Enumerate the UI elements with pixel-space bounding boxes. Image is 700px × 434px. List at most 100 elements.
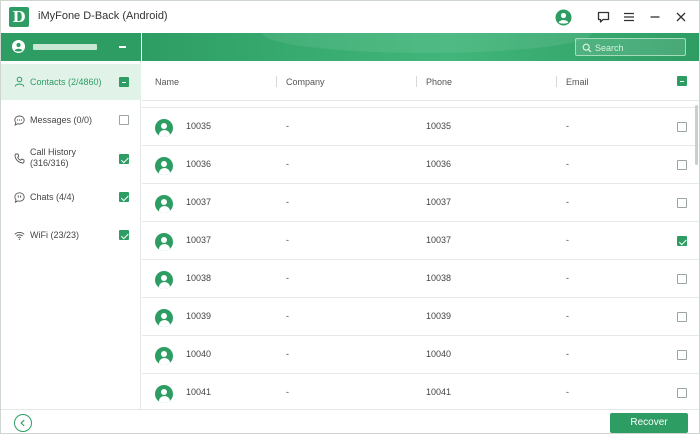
contacts-table: Name Company Phone Email 10035 - 10035 - bbox=[142, 61, 699, 409]
cell-email: - bbox=[566, 121, 569, 131]
select-all-checkbox[interactable] bbox=[677, 76, 687, 86]
sidebar-item-contacts[interactable]: Contacts (2/4860) bbox=[1, 64, 141, 100]
back-button[interactable] bbox=[14, 414, 32, 432]
cell-phone: 10041 bbox=[426, 387, 452, 397]
collapse-icon[interactable] bbox=[119, 46, 126, 48]
cell-name: 10036 bbox=[186, 159, 212, 169]
cell-company: - bbox=[286, 349, 289, 359]
column-separator[interactable] bbox=[556, 76, 557, 87]
sidebar-item-label: Call History (316/316) bbox=[30, 147, 76, 169]
menu-icon bbox=[624, 12, 634, 22]
search-box[interactable] bbox=[575, 38, 686, 56]
cell-phone: 10039 bbox=[426, 311, 452, 321]
contact-avatar-icon bbox=[155, 195, 173, 213]
feedback-button[interactable] bbox=[594, 8, 612, 26]
cell-email: - bbox=[566, 349, 569, 359]
row-checkbox[interactable] bbox=[677, 274, 687, 284]
row-checkbox[interactable] bbox=[677, 122, 687, 132]
table-scrollbar[interactable] bbox=[695, 101, 698, 409]
table-row[interactable]: 10036 - 10036 - bbox=[142, 146, 699, 184]
table-row[interactable] bbox=[142, 101, 699, 108]
contact-avatar-icon bbox=[155, 271, 173, 289]
column-header-company[interactable]: Company bbox=[286, 77, 325, 87]
contact-icon bbox=[14, 76, 25, 87]
cell-company: - bbox=[286, 159, 289, 169]
cell-email: - bbox=[566, 273, 569, 283]
column-separator[interactable] bbox=[416, 76, 417, 87]
user-account-icon bbox=[555, 9, 571, 25]
chevron-left-icon bbox=[20, 419, 25, 427]
sidebar-item-wifi[interactable]: WiFi (23/23) bbox=[1, 221, 141, 251]
chats-checkbox[interactable] bbox=[119, 192, 129, 202]
row-checkbox[interactable] bbox=[677, 198, 687, 208]
menu-button[interactable] bbox=[620, 8, 638, 26]
row-checkbox[interactable] bbox=[677, 160, 687, 170]
device-name-redacted bbox=[33, 44, 97, 50]
scrollbar-thumb[interactable] bbox=[695, 105, 698, 165]
table-body: 10035 - 10035 - 10036 - 10036 - 10037 - … bbox=[142, 101, 699, 409]
search-icon bbox=[582, 43, 592, 53]
column-header-name[interactable]: Name bbox=[155, 77, 179, 87]
contact-avatar-icon bbox=[155, 347, 173, 365]
sidebar-item-messages[interactable]: Messages (0/0) bbox=[1, 105, 141, 135]
contacts-checkbox[interactable] bbox=[119, 77, 129, 87]
call-history-checkbox[interactable] bbox=[119, 154, 129, 164]
contact-avatar-icon bbox=[155, 119, 173, 137]
cell-company: - bbox=[286, 235, 289, 245]
feedback-icon bbox=[597, 11, 609, 23]
cell-company: - bbox=[286, 311, 289, 321]
contact-avatar-icon bbox=[155, 309, 173, 327]
row-checkbox[interactable] bbox=[677, 350, 687, 360]
table-row[interactable]: 10035 - 10035 - bbox=[142, 108, 699, 146]
sidebar: Contacts (2/4860) Messages (0/0) Call Hi… bbox=[1, 33, 141, 409]
table-row[interactable]: 10038 - 10038 - bbox=[142, 260, 699, 298]
table-header: Name Company Phone Email bbox=[142, 61, 699, 101]
column-header-email[interactable]: Email bbox=[566, 77, 589, 87]
sidebar-item-label: Messages (0/0) bbox=[30, 115, 93, 125]
sidebar-item-chats[interactable]: Chats (4/4) bbox=[1, 183, 141, 213]
table-row[interactable]: 10037 - 10037 - bbox=[142, 222, 699, 260]
contact-avatar-icon bbox=[155, 385, 173, 403]
table-row[interactable]: 10037 - 10037 - bbox=[142, 184, 699, 222]
chat-icon bbox=[14, 192, 25, 203]
minimize-button[interactable] bbox=[646, 8, 664, 26]
cell-company: - bbox=[286, 197, 289, 207]
cell-phone: 10036 bbox=[426, 159, 452, 169]
cell-company: - bbox=[286, 121, 289, 131]
footer-bar: Recover bbox=[1, 409, 699, 433]
cell-name: 10037 bbox=[186, 235, 212, 245]
cell-name: 10039 bbox=[186, 311, 212, 321]
wifi-icon bbox=[14, 231, 25, 240]
row-checkbox[interactable] bbox=[677, 312, 687, 322]
table-row[interactable]: 10040 - 10040 - bbox=[142, 336, 699, 374]
banner-decoration bbox=[262, 33, 592, 53]
column-header-phone[interactable]: Phone bbox=[426, 77, 452, 87]
header-banner bbox=[142, 33, 699, 61]
close-icon bbox=[676, 12, 686, 22]
recover-button[interactable]: Recover bbox=[610, 413, 688, 433]
app-title: iMyFone D-Back (Android) bbox=[38, 10, 168, 22]
cell-name: 10040 bbox=[186, 349, 212, 359]
wifi-checkbox[interactable] bbox=[119, 230, 129, 240]
user-account-button[interactable] bbox=[554, 8, 572, 26]
cell-email: - bbox=[566, 311, 569, 321]
cell-phone: 10038 bbox=[426, 273, 452, 283]
cell-email: - bbox=[566, 197, 569, 207]
sidebar-item-label: Chats (4/4) bbox=[30, 192, 75, 202]
row-checkbox[interactable] bbox=[677, 236, 687, 246]
table-row[interactable]: 10041 - 10041 - bbox=[142, 374, 699, 409]
cell-name: 10041 bbox=[186, 387, 212, 397]
app-window: D iMyFone D-Back (Android) Contacts (2/4… bbox=[0, 0, 700, 434]
row-checkbox[interactable] bbox=[677, 388, 687, 398]
close-button[interactable] bbox=[672, 8, 690, 26]
cell-phone: 10037 bbox=[426, 197, 452, 207]
messages-checkbox[interactable] bbox=[119, 115, 129, 125]
device-bar bbox=[1, 33, 141, 61]
cell-name: 10037 bbox=[186, 197, 212, 207]
call-history-label: Call History bbox=[30, 147, 77, 157]
table-row[interactable]: 10039 - 10039 - bbox=[142, 298, 699, 336]
column-separator[interactable] bbox=[276, 76, 277, 87]
cell-phone: 10037 bbox=[426, 235, 452, 245]
search-input[interactable] bbox=[595, 41, 683, 54]
sidebar-item-call-history[interactable]: Call History (316/316) bbox=[1, 141, 141, 177]
